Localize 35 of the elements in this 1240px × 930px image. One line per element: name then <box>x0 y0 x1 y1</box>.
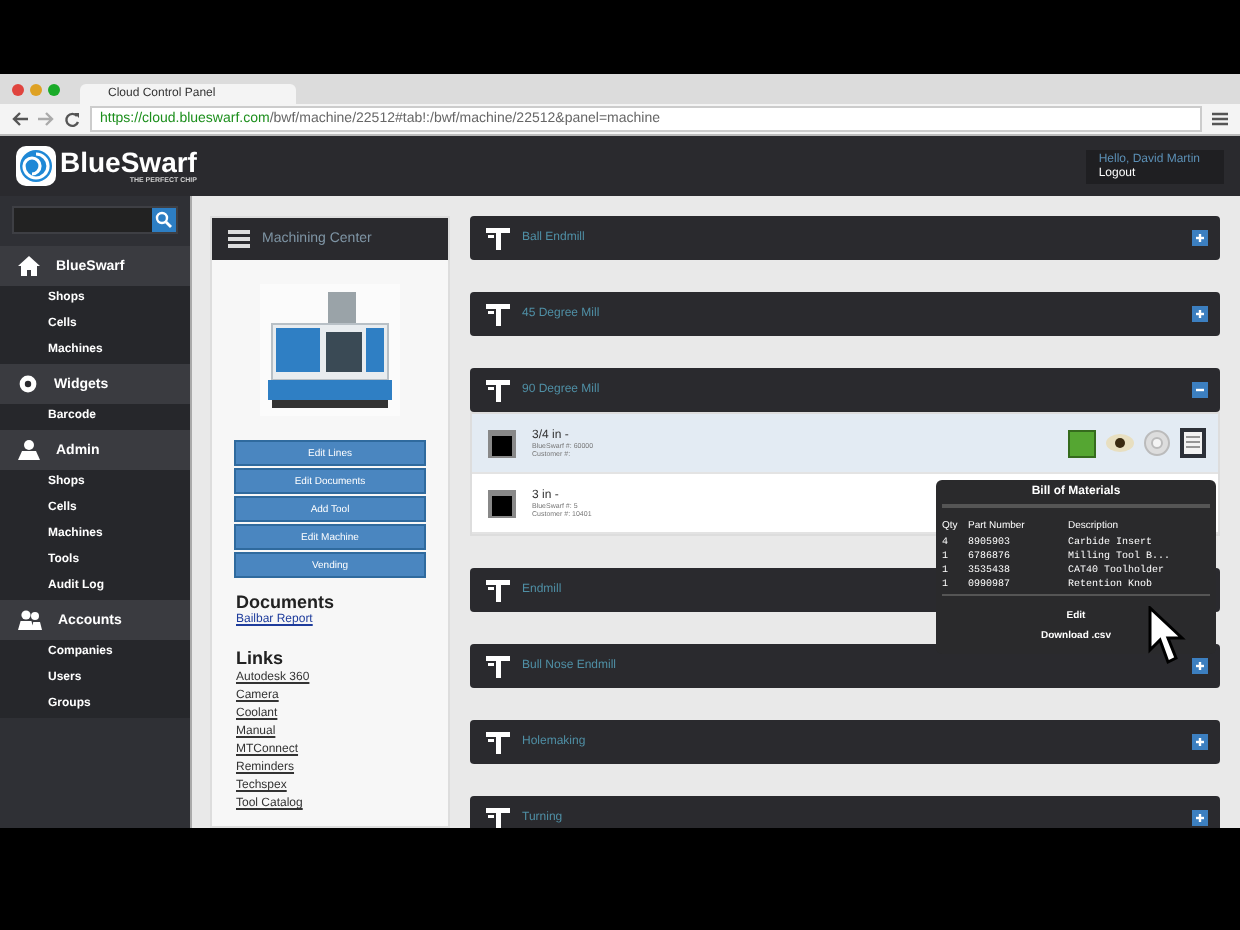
expand-icon[interactable] <box>1192 306 1208 322</box>
tool-icon <box>486 303 510 325</box>
close-dot-icon[interactable] <box>12 83 24 95</box>
tool-icon <box>486 655 510 677</box>
documents-heading: Documents <box>236 592 335 612</box>
expand-icon[interactable] <box>1192 734 1208 750</box>
tool-thumbnail-icon <box>488 429 516 457</box>
collapse-icon[interactable] <box>1192 382 1208 398</box>
menu-icon[interactable] <box>1212 112 1228 126</box>
search-field[interactable] <box>12 206 178 234</box>
expand-icon[interactable] <box>1192 230 1208 246</box>
eye-icon[interactable] <box>1106 434 1134 452</box>
links-heading: Links <box>236 648 284 668</box>
expand-icon[interactable] <box>1192 810 1208 826</box>
status-square-icon[interactable] <box>1068 429 1096 457</box>
gear-icon <box>18 374 38 394</box>
tool-icon <box>486 379 510 401</box>
reload-icon[interactable] <box>64 111 80 127</box>
swirl-logo-icon <box>16 146 56 186</box>
tool-icon <box>486 579 510 601</box>
tool-icon <box>486 227 510 249</box>
users-icon <box>18 610 42 630</box>
logo-text: BlueSwarf <box>60 147 197 175</box>
expand-icon[interactable] <box>1192 658 1208 674</box>
minimize-dot-icon[interactable] <box>30 83 42 95</box>
zoom-dot-icon[interactable] <box>48 83 60 95</box>
tool-icon <box>486 731 510 753</box>
stack-icon <box>228 230 250 248</box>
tool-icon <box>486 807 510 828</box>
home-icon <box>18 256 40 276</box>
tool-thumbnail-icon <box>488 489 516 517</box>
list-icon[interactable] <box>1180 428 1206 458</box>
back-icon[interactable] <box>12 112 28 126</box>
user-icon <box>18 440 40 460</box>
search-icon[interactable] <box>152 208 176 232</box>
